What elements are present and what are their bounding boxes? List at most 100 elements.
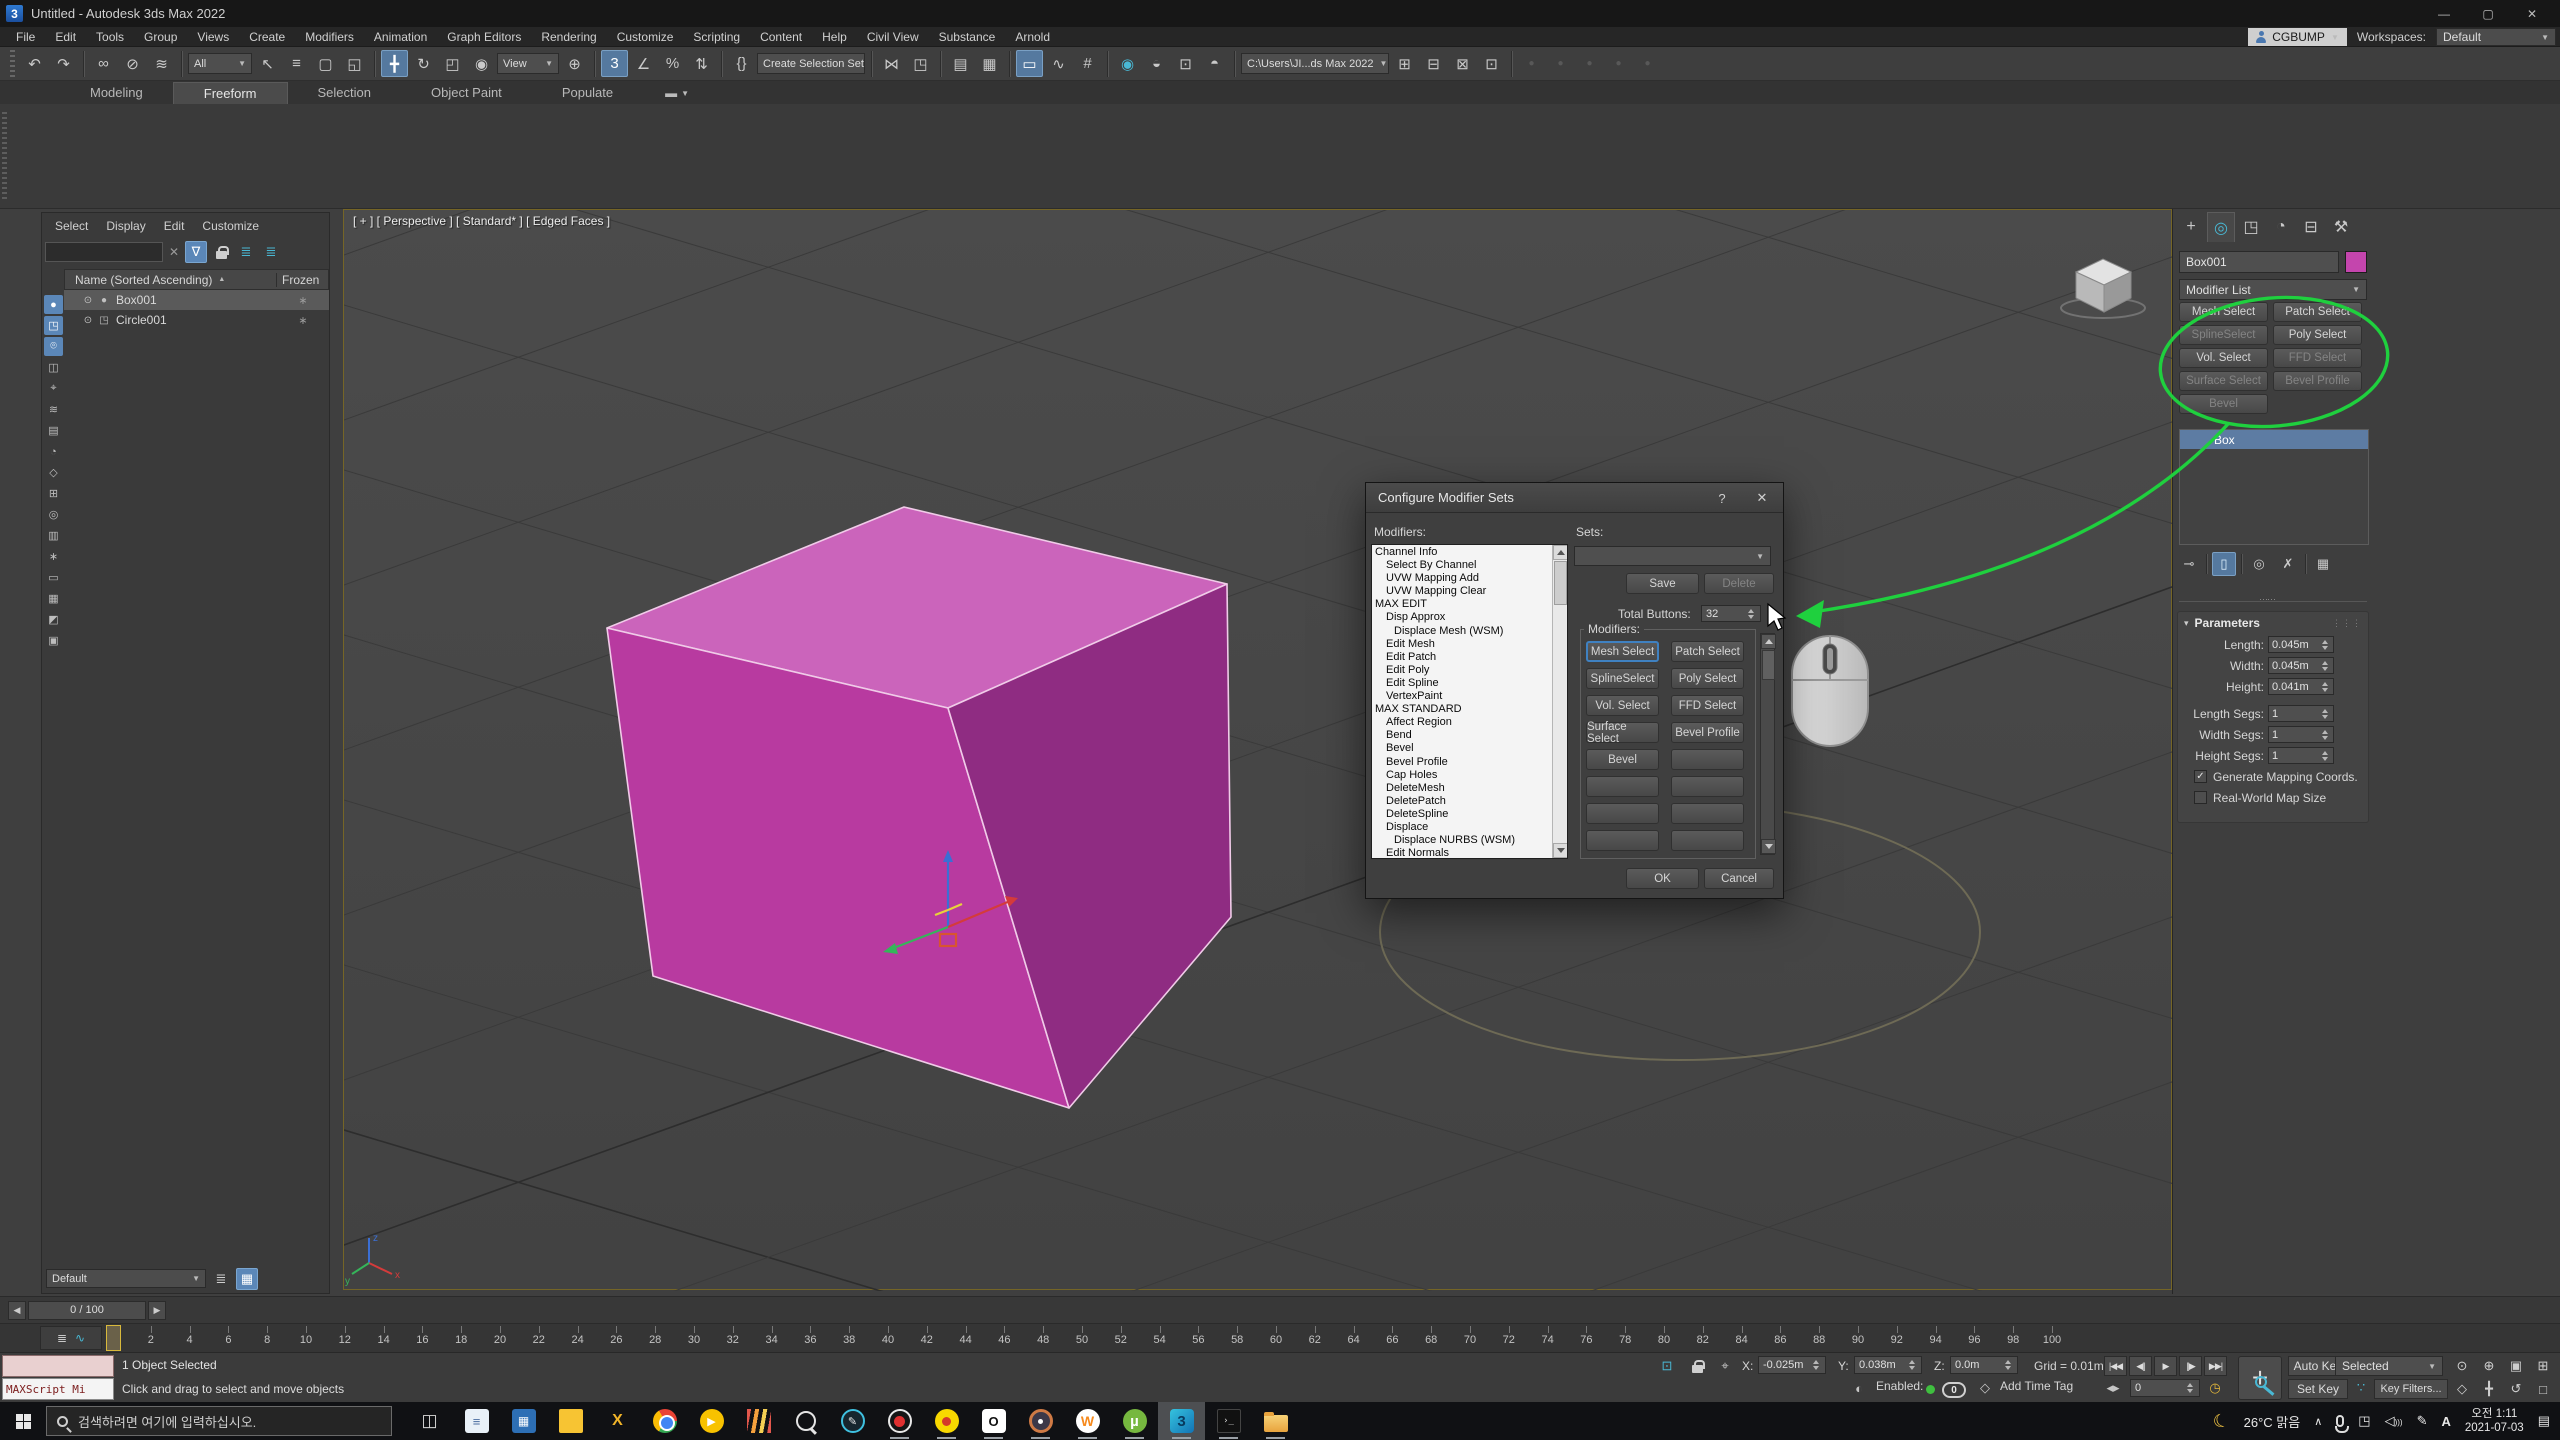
next-frame-button[interactable]: ||▶ (2179, 1356, 2202, 1376)
selection-lock-icon[interactable] (1688, 1357, 1706, 1375)
chrome-icon[interactable] (641, 1402, 688, 1440)
key-mode-dropdown[interactable]: Selected ▼ (2335, 1356, 2443, 1376)
delete-button[interactable]: Delete (1704, 573, 1774, 594)
zoom-all-icon[interactable]: ⊕ (2477, 1356, 2501, 1376)
list-item-box001[interactable]: ⊙●Box001∗ (64, 290, 329, 310)
grid-button-empty[interactable] (1671, 830, 1744, 851)
motion-tab[interactable]: ◔ (2267, 212, 2295, 242)
column-header-frozen[interactable]: Frozen (276, 273, 328, 287)
param-field-length[interactable]: 0.045m (2268, 636, 2334, 653)
filter-misc-icon[interactable]: ▣ (44, 631, 63, 650)
spinner[interactable] (2319, 637, 2330, 652)
filter-frozen-icon[interactable]: ∗ (44, 547, 63, 566)
filter-groups-icon[interactable]: ▤ (44, 421, 63, 440)
select-and-place-icon[interactable]: ◉ (468, 50, 495, 77)
menu-customize[interactable]: Customize (607, 27, 684, 47)
modifier-list-item-deletemesh[interactable]: DeleteMesh (1372, 782, 1552, 795)
enabled-count-badge[interactable]: 0 (1942, 1382, 1966, 1398)
total-buttons-field[interactable]: 32 (1701, 605, 1761, 622)
column-header-name[interactable]: Name (Sorted Ascending) ▲ (65, 273, 276, 287)
percent-snap-toggle-icon[interactable]: % (659, 50, 686, 77)
spinner[interactable] (2319, 658, 2330, 673)
menu-substance[interactable]: Substance (929, 27, 1006, 47)
color-bars-app-icon[interactable] (735, 1402, 782, 1440)
ribbon-tab-selection[interactable]: Selection (288, 82, 401, 104)
go-to-end-button[interactable]: ▶▶| (2204, 1356, 2227, 1376)
xshell-icon[interactable]: X (594, 1402, 641, 1440)
asset-link-icon[interactable]: ⊠ (1449, 50, 1476, 77)
modifier-button-ffd-select[interactable]: FFD Select (2273, 348, 2362, 368)
modifier-list-item-uvw-mapping-clear[interactable]: UVW Mapping Clear (1372, 585, 1552, 598)
modifier-list-item-affect-region[interactable]: Affect Region (1372, 716, 1552, 729)
snap-toggle-3d-icon[interactable]: 3 (601, 50, 628, 77)
modifier-list-item-deletespline[interactable]: DeleteSpline (1372, 808, 1552, 821)
scroll-thumb[interactable] (1554, 561, 1567, 605)
select-and-move-icon[interactable]: ╋ (381, 50, 408, 77)
redo-icon[interactable]: ↷ (50, 50, 77, 77)
modifier-list-item-edit-poly[interactable]: Edit Poly (1372, 664, 1552, 677)
buttons-scrollbar[interactable] (1760, 633, 1775, 855)
menu-civil-view[interactable]: Civil View (857, 27, 929, 47)
viewport-label[interactable]: [ + ] [ Perspective ] [ Standard* ] [ Ed… (353, 214, 610, 228)
modifier-list-item-max-standard[interactable]: MAX STANDARD (1372, 703, 1552, 716)
display-network-icon[interactable]: ◳ (2358, 1413, 2370, 1429)
modifier-list-item-edit-spline[interactable]: Edit Spline (1372, 677, 1552, 690)
param-field-height[interactable]: 0.041m (2268, 678, 2334, 695)
schematic-view-icon[interactable]: # (1074, 50, 1101, 77)
pin-stack-icon[interactable]: ⊸ (2177, 552, 2201, 576)
spinner[interactable] (2319, 679, 2330, 694)
keyable-icons-icon[interactable]: ∵ (2352, 1379, 2370, 1397)
bind-to-space-warp-icon[interactable]: ≋ (148, 50, 175, 77)
spinner[interactable] (2319, 727, 2330, 742)
timeline-ruler[interactable]: 0246810121416182022242628303234363840424… (106, 1324, 2062, 1353)
pan-icon[interactable]: ╋ (2477, 1379, 2501, 1399)
grid-button-empty[interactable] (1586, 830, 1659, 851)
screen-recorder-icon[interactable] (876, 1402, 923, 1440)
track-bar[interactable]: ≣ ∿ 024681012141618202224262830323436384… (0, 1323, 2560, 1352)
modifier-list-item-cap-holes[interactable]: Cap Holes (1372, 769, 1552, 782)
explorer-menu-display[interactable]: Display (97, 215, 154, 237)
modifier-list-item-displace-nurbs-wsm[interactable]: Displace NURBS (WSM) (1372, 834, 1552, 847)
drag-grip-icon[interactable]: ⋮⋮⋮ (2332, 618, 2362, 629)
filter-assemblies-icon[interactable]: ◩ (44, 610, 63, 629)
grid-button-surface-select[interactable]: Surface Select (1586, 722, 1659, 743)
3ds-max-taskbar-icon[interactable]: 3 (1158, 1402, 1205, 1440)
spinner[interactable] (2319, 706, 2330, 721)
stack-item-box[interactable]: Box (2180, 430, 2368, 449)
wattpad-icon[interactable]: W (1064, 1402, 1111, 1440)
scroll-down-icon[interactable] (1761, 839, 1776, 854)
filter-layers-icon[interactable]: ▥ (44, 526, 63, 545)
toggle-layer-explorer-icon[interactable]: ▦ (976, 50, 1003, 77)
dope-sheet-icon[interactable]: ≣ (57, 1331, 67, 1345)
magnifier-app-icon[interactable] (782, 1402, 829, 1440)
modifier-list-item-edit-patch[interactable]: Edit Patch (1372, 651, 1552, 664)
dialog-title-bar[interactable]: Configure Modifier Sets ? ✕ (1366, 483, 1783, 513)
modifier-list-item-displace[interactable]: Displace (1372, 821, 1552, 834)
ribbon-minimize-button[interactable]: ▬ ▼ (665, 86, 689, 104)
menu-help[interactable]: Help (812, 27, 857, 47)
render-shortcut-5-icon[interactable]: ● (1634, 50, 1661, 77)
modify-tab[interactable]: ◎ (2207, 212, 2235, 242)
hierarchy-tab[interactable]: ◳ (2237, 212, 2265, 242)
ime-indicator[interactable]: A (2441, 1414, 2450, 1429)
zoom-icon[interactable]: ⊙ (2450, 1356, 2474, 1376)
menu-create[interactable]: Create (239, 27, 295, 47)
render-setup-icon[interactable]: ◒ (1143, 50, 1170, 77)
total-buttons-spinner[interactable] (1745, 606, 1756, 621)
list-scrollbar[interactable] (1552, 545, 1567, 858)
select-and-link-icon[interactable]: ∞ (90, 50, 117, 77)
filter-bones-icon[interactable]: ◇ (44, 463, 63, 482)
filter-spacewarps-icon[interactable]: ≋ (44, 400, 63, 419)
show-end-result-icon[interactable]: ▯ (2212, 552, 2236, 576)
param-field-width[interactable]: 0.045m (2268, 657, 2334, 674)
modifier-stack[interactable]: Box (2179, 429, 2369, 545)
reference-coordinate-dropdown[interactable]: View▼ (497, 53, 559, 74)
undo-icon[interactable]: ↶ (21, 50, 48, 77)
curve-view-icon[interactable]: ∿ (75, 1331, 85, 1345)
toggle-ribbon-icon[interactable]: ▭ (1016, 50, 1043, 77)
help-icon[interactable]: ? (1709, 486, 1735, 510)
notification-center-icon[interactable]: ▤ (2538, 1413, 2550, 1429)
list-item-circle001[interactable]: ⊙◳Circle001∗ (64, 310, 329, 330)
named-selection-sets-dropdown[interactable]: Create Selection Set▼ (757, 53, 865, 74)
taskbar-search-box[interactable]: 검색하려면 여기에 입력하십시오. (46, 1406, 392, 1436)
